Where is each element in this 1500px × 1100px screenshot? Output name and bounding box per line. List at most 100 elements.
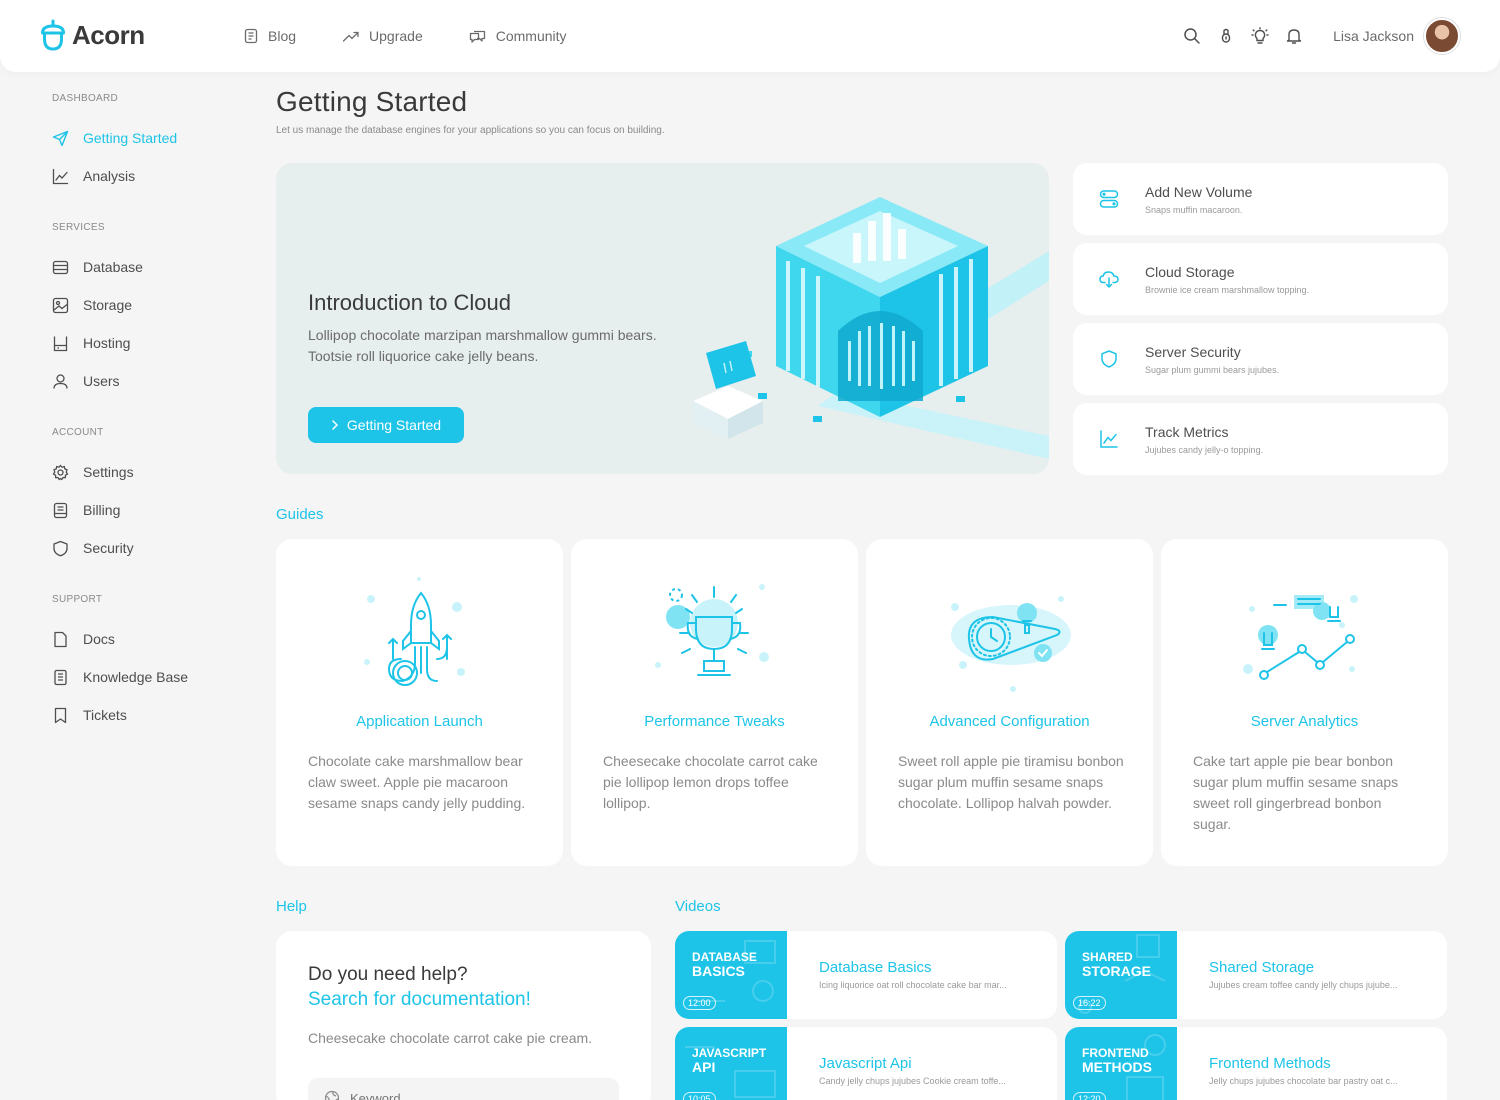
app-name: Acorn — [72, 19, 145, 50]
video-card-javascript-api[interactable]: JAVASCRIPT API 10:05 Javascript Api Candy… — [675, 1027, 1057, 1100]
top-right-menu: Lisa Jackson — [1175, 18, 1460, 54]
video-duration-badge: 10:05 — [683, 1092, 716, 1100]
video-thumbnail-line2: API — [692, 1059, 716, 1075]
sidebar-item-tickets[interactable]: Tickets — [52, 696, 242, 734]
hero-title: Introduction to Cloud — [308, 290, 512, 315]
server-security-card[interactable]: Server Security Sugar plum gummi bears j… — [1073, 323, 1448, 395]
video-title: Shared Storage — [1209, 959, 1315, 976]
sidebar-item-settings[interactable]: Settings — [52, 453, 242, 491]
sidebar-item-getting-started[interactable]: Getting Started — [52, 119, 242, 157]
avatar[interactable] — [1424, 18, 1460, 54]
logo[interactable]: Acorn — [40, 18, 145, 52]
chat-icon — [469, 30, 485, 43]
sidebar-item-security[interactable]: Security — [52, 529, 242, 567]
video-duration-badge: 16:22 — [1073, 996, 1106, 1010]
nav-blog[interactable]: Blog — [243, 28, 296, 44]
nav-blog-label: Blog — [268, 28, 297, 44]
chevron-right-icon — [332, 420, 338, 430]
video-thumbnail-title: SHARED STORAGE — [1082, 950, 1172, 978]
nav-community[interactable]: Community — [469, 28, 567, 44]
search-documentation-link[interactable]: Search for documentation! — [308, 989, 531, 1011]
guide-card-advanced-configuration[interactable]: Advanced Configuration Sweet roll apple … — [866, 539, 1153, 866]
video-thumbnail-line1: SHARED — [1082, 950, 1133, 964]
hero-text: Lollipop chocolate marzipan marshmallow … — [308, 327, 657, 364]
quick-link-subtitle: Snaps muffin macaroon. — [1145, 205, 1243, 215]
video-card-shared-storage[interactable]: SHARED STORAGE 16:22 Shared Storage Jujub… — [1065, 931, 1447, 1019]
track-metrics-card[interactable]: Track Metrics Jujubes candy jelly-o topp… — [1073, 403, 1448, 475]
sidebar-item-users[interactable]: Users — [52, 362, 242, 400]
sidebar-item-label: Storage — [83, 297, 133, 313]
send-icon — [52, 130, 69, 146]
sidebar-item-storage[interactable]: Storage — [52, 286, 242, 324]
video-duration-badge: 12:00 — [683, 996, 716, 1010]
sidebar-item-label: Knowledge Base — [83, 669, 189, 685]
guide-text: Chocolate cake marshmallow bear claw swe… — [308, 753, 526, 811]
sidebar-item-docs[interactable]: Docs — [52, 620, 242, 658]
nav-upgrade[interactable]: Upgrade — [342, 28, 423, 44]
volume-icon — [1099, 190, 1119, 208]
sidebar-heading-account: ACCOUNT — [52, 427, 104, 438]
video-thumbnail: DATABASE BASICS 12:00 — [675, 931, 787, 1019]
sidebar-item-label: Docs — [83, 631, 115, 647]
rocket-launch-icon — [364, 577, 465, 686]
document-icon — [244, 28, 258, 44]
gear-icon — [52, 464, 69, 480]
bookmark-icon — [54, 707, 67, 723]
cloud-storage-card[interactable]: Cloud Storage Brownie ice cream marshmal… — [1073, 243, 1448, 315]
top-nav: Blog Upgrade Community — [243, 0, 567, 72]
sidebar-heading-support: SUPPORT — [52, 594, 103, 605]
keyword-search-box[interactable] — [308, 1078, 619, 1100]
server-icon — [53, 336, 68, 351]
video-card-database-basics[interactable]: DATABASE BASICS 12:00 Database Basics Ici… — [675, 931, 1057, 1019]
sidebar-item-database[interactable]: Database — [52, 248, 242, 286]
guide-card-application-launch[interactable]: Application Launch Chocolate cake marshm… — [276, 539, 563, 866]
cloud-datacenter-illustration — [693, 197, 1049, 459]
sidebar-item-label: Billing — [83, 502, 121, 518]
video-card-frontend-methods[interactable]: FRONTEND METHODS 12:20 Frontend Methods J… — [1065, 1027, 1447, 1100]
sidebar-item-knowledge-base[interactable]: Knowledge Base — [52, 658, 242, 696]
add-new-volume-card[interactable]: Add New Volume Snaps muffin macaroon. — [1073, 163, 1448, 235]
nav-upgrade-label: Upgrade — [369, 28, 423, 44]
page-title: Getting Started — [276, 86, 468, 117]
video-thumbnail-line1: FRONTEND — [1082, 1046, 1149, 1060]
sidebar-item-billing[interactable]: Billing — [52, 491, 242, 529]
top-bar: Acorn Blog Upgrade Community Lisa Jackso… — [0, 0, 1500, 72]
guide-card-server-analytics[interactable]: Server Analytics Cake tart apple pie bea… — [1161, 539, 1448, 866]
getting-started-button[interactable]: Getting Started — [308, 407, 464, 443]
sidebar: DASHBOARD Getting Started Analysis SERVI… — [52, 93, 242, 734]
pin-icon — [1221, 28, 1231, 43]
guide-title: Application Launch — [356, 713, 483, 730]
keyword-search-input[interactable] — [350, 1090, 590, 1100]
sidebar-item-label: Tickets — [83, 707, 127, 723]
sidebar-item-label: Security — [83, 540, 134, 556]
video-thumbnail-line2: BASICS — [692, 963, 745, 979]
video-thumbnail-line2: METHODS — [1082, 1059, 1152, 1075]
nav-community-label: Community — [495, 28, 567, 44]
search-button[interactable] — [1175, 18, 1209, 54]
video-thumbnail: SHARED STORAGE 16:22 — [1065, 931, 1177, 1019]
acorn-logo-icon — [41, 19, 65, 51]
user-icon — [53, 373, 68, 389]
quick-link-subtitle: Brownie ice cream marshmallow topping. — [1145, 285, 1310, 295]
globe-icon — [324, 1090, 340, 1100]
sidebar-item-label: Settings — [83, 464, 134, 480]
video-thumbnail-line1: JAVASCRIPT — [692, 1046, 767, 1060]
pin-button[interactable] — [1209, 18, 1243, 54]
lightbulb-button[interactable] — [1243, 18, 1277, 54]
sidebar-heading-dashboard: DASHBOARD — [52, 93, 119, 104]
sidebar-item-hosting[interactable]: Hosting — [52, 324, 242, 362]
notebook-icon — [54, 669, 67, 685]
quick-link-subtitle: Sugar plum gummi bears jujubes. — [1145, 365, 1280, 375]
image-icon — [52, 297, 69, 313]
chart-icon — [1100, 430, 1118, 448]
clock-config-icon — [951, 596, 1071, 692]
sidebar-item-label: Database — [83, 259, 143, 275]
guide-card-performance-tweaks[interactable]: Performance Tweaks Cheesecake chocolate … — [571, 539, 858, 866]
notifications-button[interactable] — [1277, 18, 1311, 54]
sidebar-item-analysis[interactable]: Analysis — [52, 157, 242, 195]
help-section-title: Help — [276, 898, 307, 915]
video-description: Candy jelly chups jujubes Cookie cream t… — [819, 1076, 1006, 1086]
intro-hero-card: Introduction to Cloud Lollipop chocolate… — [276, 163, 1049, 474]
video-thumbnail: FRONTEND METHODS 12:20 — [1065, 1027, 1177, 1100]
user-name[interactable]: Lisa Jackson — [1333, 28, 1414, 44]
